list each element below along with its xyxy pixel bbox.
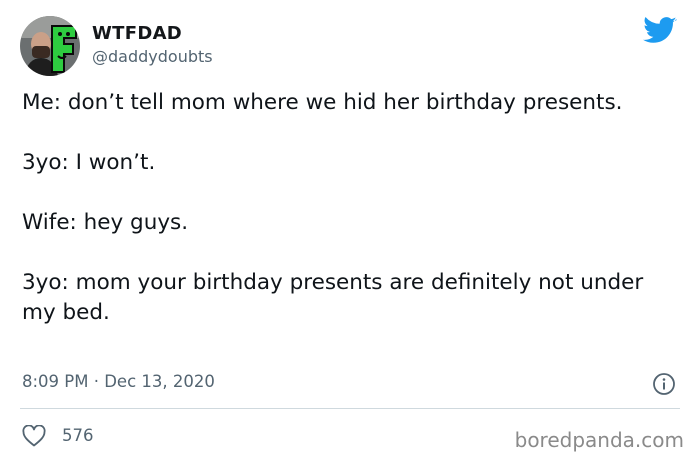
tweet-line: 3yo: I won’t. bbox=[22, 150, 156, 175]
avatar[interactable] bbox=[20, 16, 80, 76]
display-name[interactable]: WTFDAD bbox=[92, 23, 182, 44]
tweet-card: WTFDAD @daddydoubts Me: don’t tell mom w… bbox=[0, 0, 700, 463]
heart-icon[interactable] bbox=[22, 424, 46, 447]
user-handle[interactable]: @daddydoubts bbox=[92, 47, 213, 66]
tweet-line: Me: don’t tell mom where we hid her birt… bbox=[22, 90, 623, 115]
info-icon[interactable] bbox=[652, 372, 676, 396]
watermark: boredpanda.com bbox=[514, 428, 684, 452]
divider bbox=[20, 408, 680, 409]
twitter-bird-icon[interactable] bbox=[643, 16, 677, 46]
like-count: 576 bbox=[62, 426, 94, 445]
tweet-line: 3yo: mom your birthday presents are defi… bbox=[22, 270, 644, 325]
tweet-line: Wife: hey guys. bbox=[22, 210, 189, 235]
tweet-timestamp[interactable]: 8:09 PM · Dec 13, 2020 bbox=[22, 372, 215, 391]
tweet-text: Me: don’t tell mom where we hid her birt… bbox=[22, 88, 682, 328]
